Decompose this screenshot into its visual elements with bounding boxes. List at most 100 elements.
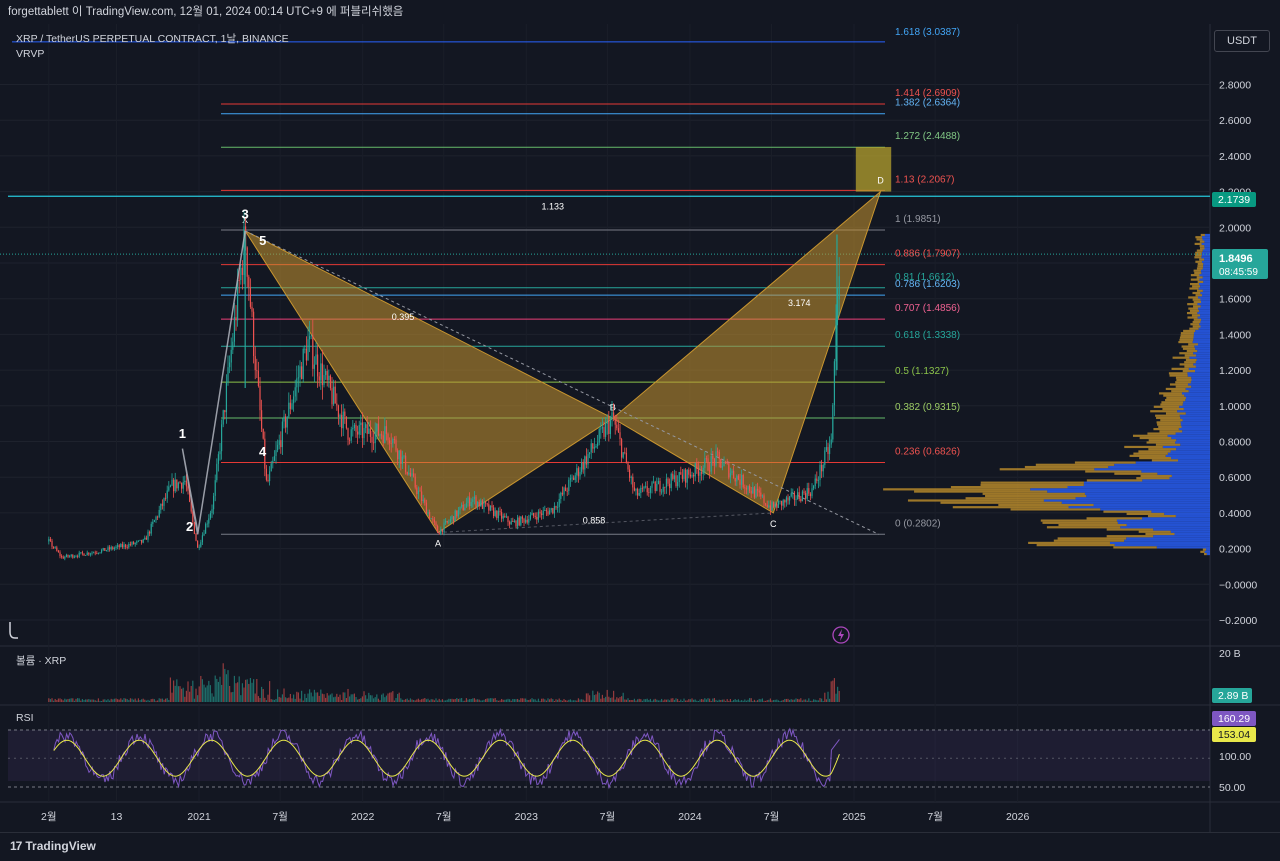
- candle-body: [213, 495, 215, 510]
- volume-bar: [270, 699, 272, 702]
- candle-body: [793, 492, 796, 501]
- candle-body: [805, 493, 807, 499]
- currency-button[interactable]: USDT: [1214, 30, 1270, 52]
- volume-bar: [278, 696, 280, 702]
- vrvp-bar-down: [1179, 363, 1194, 366]
- candle-body: [581, 462, 583, 472]
- candle-body: [838, 276, 840, 300]
- vrvp-bar-up: [1169, 477, 1210, 480]
- volume-bar: [717, 700, 719, 702]
- volume-bar: [598, 692, 600, 702]
- volume-bar: [267, 694, 269, 702]
- candle-body: [774, 504, 776, 507]
- candle-body: [169, 485, 172, 487]
- candle-body: [621, 439, 623, 458]
- elliott-wave-label[interactable]: 3: [242, 206, 249, 221]
- vrvp-bar-up: [1202, 238, 1210, 241]
- candle-body: [611, 412, 613, 420]
- candle-body: [334, 386, 336, 404]
- candle-body: [609, 419, 612, 435]
- volume-bar: [838, 690, 840, 702]
- volume-bar: [801, 700, 804, 702]
- price-axis-tick: 2.8000: [1219, 80, 1251, 92]
- candle-body: [317, 354, 319, 377]
- elliott-wave-label[interactable]: 2: [186, 519, 193, 534]
- vrvp-bar-up: [1195, 361, 1210, 364]
- volume-bar: [397, 693, 399, 702]
- volume-bar: [467, 699, 469, 702]
- candle-body: [822, 464, 824, 472]
- chart-area[interactable]: 1.618 (3.0387)1.414 (2.6909)1.382 (2.636…: [0, 24, 1280, 832]
- candle-body: [232, 341, 234, 350]
- elliott-wave-label[interactable]: 4: [259, 444, 267, 459]
- volume-bar: [819, 698, 821, 702]
- candle-body: [265, 468, 268, 480]
- vrvp-bar-down: [1187, 303, 1198, 306]
- volume-bar: [837, 686, 839, 702]
- time-axis-tick: 2021: [187, 811, 211, 823]
- vrvp-bar-up: [1185, 387, 1210, 391]
- candle-body: [165, 498, 167, 499]
- candle-body: [99, 552, 101, 554]
- candle-body: [513, 520, 516, 522]
- candle-body: [107, 547, 109, 551]
- tradingview-brand[interactable]: 17 TradingView: [10, 839, 96, 853]
- elliott-wave-label[interactable]: 5: [259, 233, 266, 248]
- candle-body: [569, 478, 572, 480]
- prz-box[interactable]: [855, 146, 892, 192]
- volume-bar: [294, 698, 296, 702]
- volume-bar: [731, 700, 733, 702]
- candle-body: [589, 452, 591, 455]
- candle-body: [350, 429, 352, 441]
- candle-body: [577, 468, 580, 477]
- candle-body: [225, 382, 228, 413]
- pattern-point-label: A: [435, 539, 441, 549]
- candle-body: [561, 492, 564, 495]
- candle-body: [779, 500, 781, 502]
- vrvp-bar-down: [1196, 267, 1203, 270]
- volume-bar: [232, 691, 234, 702]
- candle-body: [155, 516, 157, 521]
- candle-body: [131, 542, 133, 545]
- candle-body: [123, 544, 125, 548]
- candle-body: [563, 487, 565, 495]
- fib-level-label: 1.382 (2.6364): [895, 98, 960, 109]
- vrvp-bar-down: [1024, 465, 1109, 469]
- rsi-pane-label[interactable]: RSI: [16, 712, 34, 724]
- candle-body: [166, 490, 168, 499]
- volume-bar: [486, 698, 488, 702]
- candle-body: [157, 516, 159, 518]
- vrvp-bar-up: [1201, 260, 1210, 263]
- candle-body: [235, 316, 237, 321]
- elliott-wave-label[interactable]: 1: [179, 426, 186, 441]
- candle-body: [198, 546, 200, 548]
- volume-bar: [246, 679, 248, 702]
- candle-body: [251, 306, 253, 312]
- candle-body: [208, 518, 210, 524]
- tradingview-logo-icon: 17: [10, 839, 22, 853]
- volume-bar: [827, 691, 829, 702]
- volume-bar: [353, 693, 356, 702]
- candle-body: [776, 504, 778, 508]
- volume-bar: [453, 699, 455, 702]
- volume-pane-label[interactable]: 볼륨 · XRP: [16, 655, 66, 667]
- candle-body: [752, 487, 754, 494]
- volume-bar: [70, 698, 72, 702]
- candle-body: [529, 515, 532, 519]
- vrvp-bar-down: [1184, 354, 1197, 357]
- vrvp-bar-down: [1159, 430, 1183, 433]
- vrvp-label[interactable]: VRVP: [16, 48, 44, 60]
- vrvp-bar-down: [1106, 528, 1154, 531]
- volume-bar: [678, 700, 680, 702]
- vrvp-bar-down: [1195, 294, 1203, 297]
- volume-bar: [481, 700, 484, 702]
- vrvp-bar-down: [1184, 361, 1196, 364]
- candle-body: [197, 540, 199, 548]
- candle-body: [677, 482, 679, 487]
- candle-body: [694, 463, 696, 477]
- candle-body: [657, 481, 660, 484]
- volume-bar: [749, 698, 751, 702]
- volume-bar: [824, 692, 826, 702]
- vrvp-bar-down: [1179, 336, 1194, 339]
- volume-bar: [134, 698, 136, 702]
